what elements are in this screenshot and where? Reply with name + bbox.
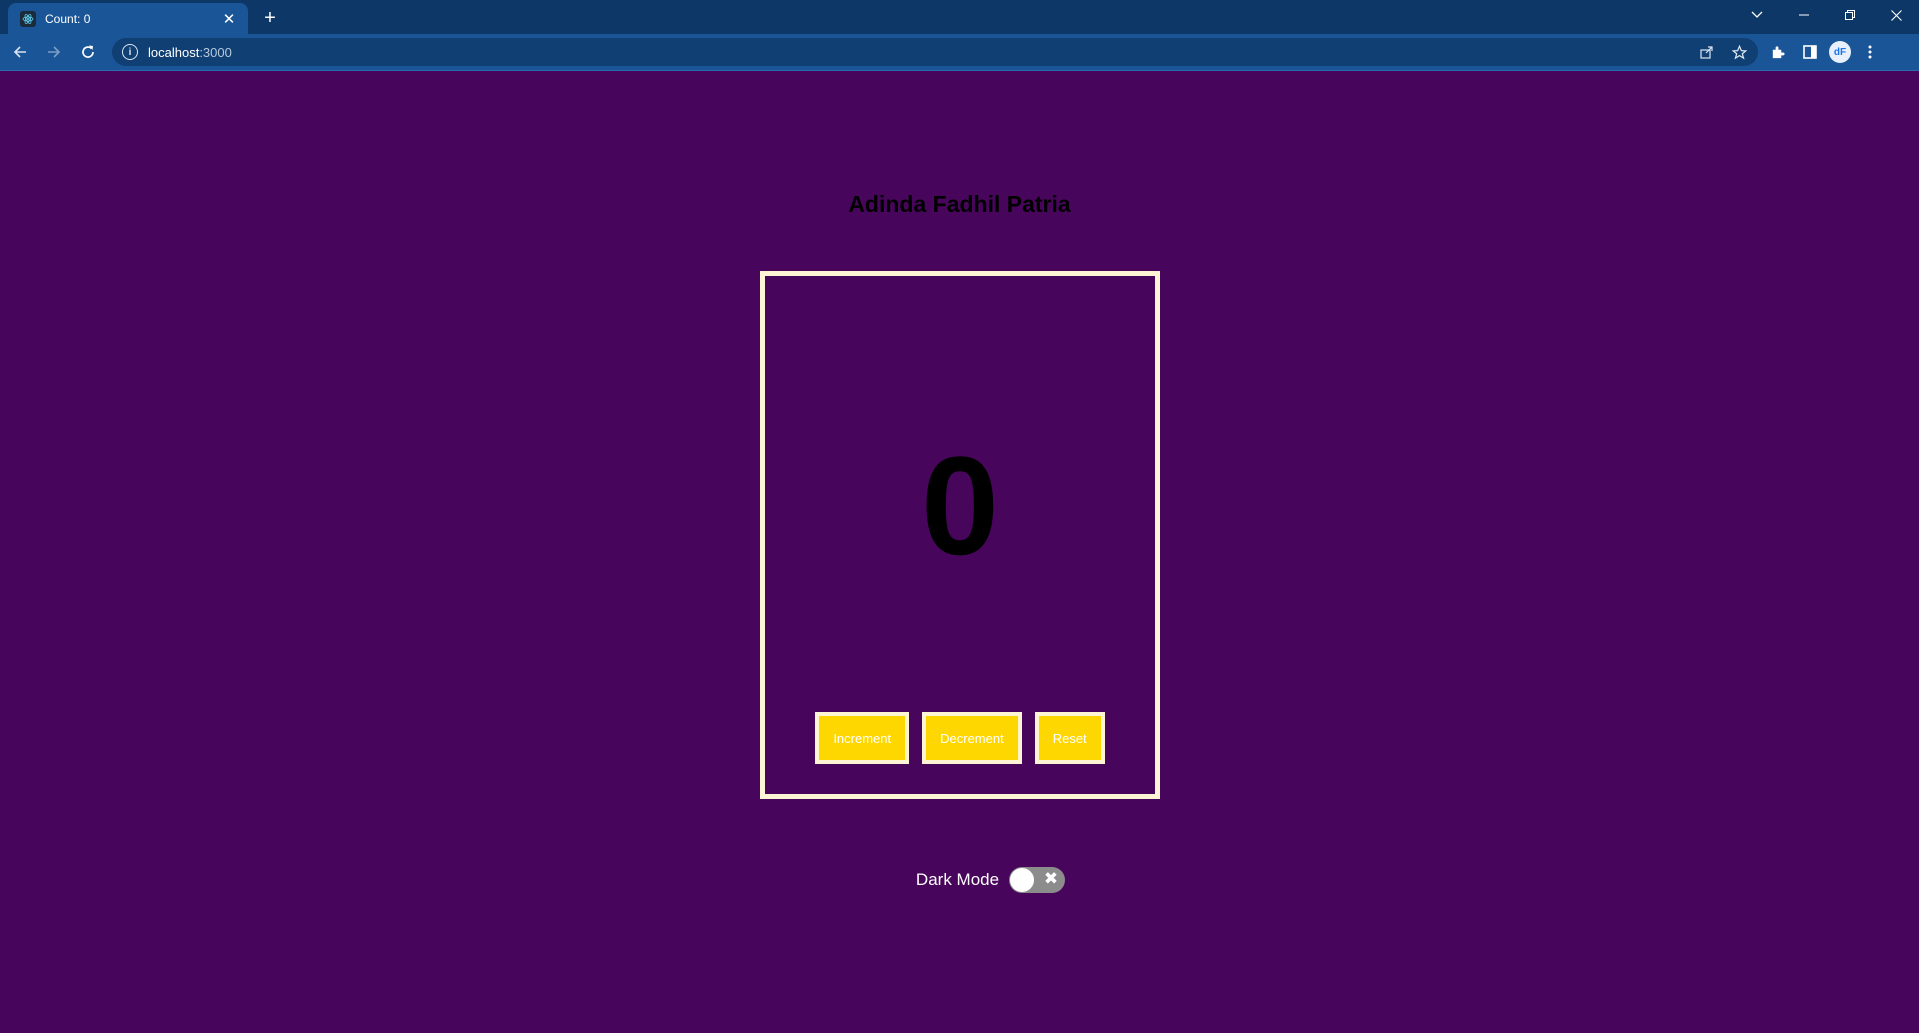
count-display: 0 bbox=[921, 427, 999, 584]
button-row: Increment Decrement Reset bbox=[765, 712, 1155, 764]
page-title: Adinda Fadhil Patria bbox=[848, 191, 1071, 217]
restore-icon[interactable] bbox=[1827, 0, 1873, 30]
info-icon[interactable]: i bbox=[122, 44, 138, 60]
new-tab-button[interactable]: + bbox=[258, 6, 282, 30]
react-icon bbox=[20, 10, 36, 27]
reload-icon[interactable] bbox=[74, 38, 102, 66]
dark-mode-control: Dark Mode ✖ bbox=[0, 867, 1919, 893]
page-content: Adinda Fadhil Patria 0 Increment Decreme… bbox=[0, 71, 1919, 1033]
reset-button[interactable]: Reset bbox=[1034, 712, 1105, 764]
close-icon[interactable]: ✕ bbox=[220, 10, 238, 28]
more-menu-icon[interactable] bbox=[1856, 38, 1884, 66]
counter-card: 0 Increment Decrement Reset bbox=[760, 271, 1160, 799]
window-controls bbox=[1737, 0, 1919, 30]
forward-icon[interactable] bbox=[40, 38, 68, 66]
minimize-icon[interactable] bbox=[1781, 0, 1827, 30]
browser-tab[interactable]: Count: 0 ✕ bbox=[8, 3, 248, 34]
increment-button[interactable]: Increment bbox=[815, 712, 910, 764]
x-icon: ✖ bbox=[1043, 869, 1059, 888]
back-icon[interactable] bbox=[6, 38, 34, 66]
decrement-button[interactable]: Decrement bbox=[922, 712, 1022, 764]
address-bar[interactable]: i localhost:3000 bbox=[112, 38, 1758, 66]
bookmark-star-icon[interactable] bbox=[1728, 41, 1750, 63]
tab-strip: Count: 0 ✕ + bbox=[0, 0, 1919, 34]
share-icon[interactable] bbox=[1696, 41, 1718, 63]
tab-title: Count: 0 bbox=[45, 11, 91, 26]
browser-toolbar: i localhost:3000 dF bbox=[0, 34, 1919, 71]
url-text: localhost:3000 bbox=[148, 44, 232, 60]
extensions-icon[interactable] bbox=[1763, 38, 1791, 66]
dark-mode-toggle[interactable]: ✖ bbox=[1009, 867, 1066, 893]
toggle-knob bbox=[1010, 868, 1035, 892]
profile-avatar[interactable]: dF bbox=[1829, 41, 1851, 63]
side-panel-icon[interactable] bbox=[1796, 38, 1824, 66]
chevron-down-icon[interactable] bbox=[1737, 0, 1777, 30]
window-close-icon[interactable] bbox=[1873, 0, 1919, 30]
dark-mode-label: Dark Mode bbox=[915, 870, 1000, 889]
browser-chrome: Count: 0 ✕ + i localhost:3000 dF bbox=[0, 0, 1919, 71]
